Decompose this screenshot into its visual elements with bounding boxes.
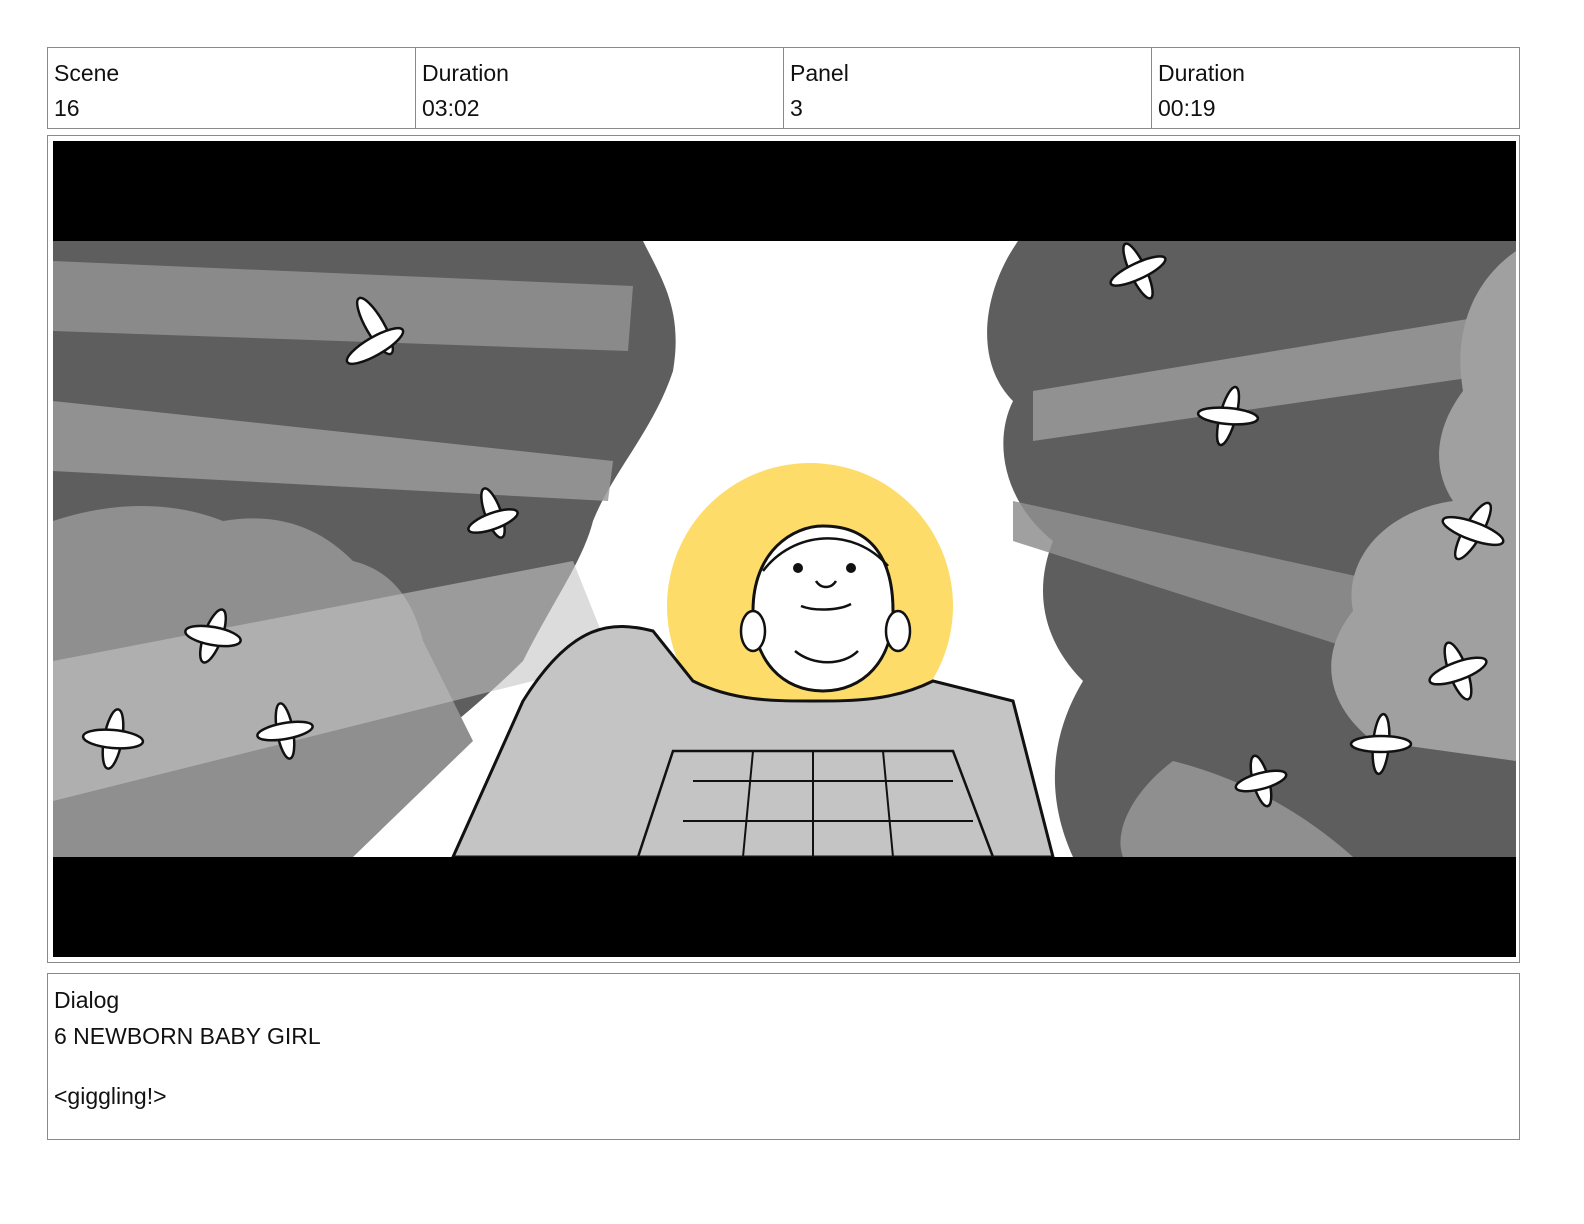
panel-cell: Panel 3 [784, 48, 1152, 128]
letterbox-bottom [53, 857, 1516, 957]
storyboard-sketch [53, 141, 1516, 957]
storyboard-frame [47, 135, 1520, 963]
panel-duration-label: Duration [1158, 60, 1245, 86]
panel-label: Panel [790, 60, 849, 86]
panel-info-header: Scene 16 Duration 03:02 Panel 3 Duration… [47, 47, 1520, 129]
panel-duration-value: 00:19 [1158, 95, 1216, 121]
scene-duration-label: Duration [422, 60, 509, 86]
scene-duration-value: 03:02 [422, 95, 480, 121]
scene-duration-cell: Duration 03:02 [416, 48, 784, 128]
dialog-line: <giggling!> [54, 1083, 167, 1109]
panel-value: 3 [790, 95, 803, 121]
scene-cell: Scene 16 [48, 48, 416, 128]
panel-duration-cell: Duration 00:19 [1152, 48, 1519, 128]
scene-value: 16 [54, 95, 80, 121]
dialog-label: Dialog [54, 987, 120, 1013]
dialog-box: Dialog 6 NEWBORN BABY GIRL <giggling!> [47, 973, 1520, 1140]
scene-label: Scene [54, 60, 120, 86]
dialog-speaker: 6 NEWBORN BABY GIRL [54, 1023, 321, 1049]
letterbox-top [53, 141, 1516, 241]
